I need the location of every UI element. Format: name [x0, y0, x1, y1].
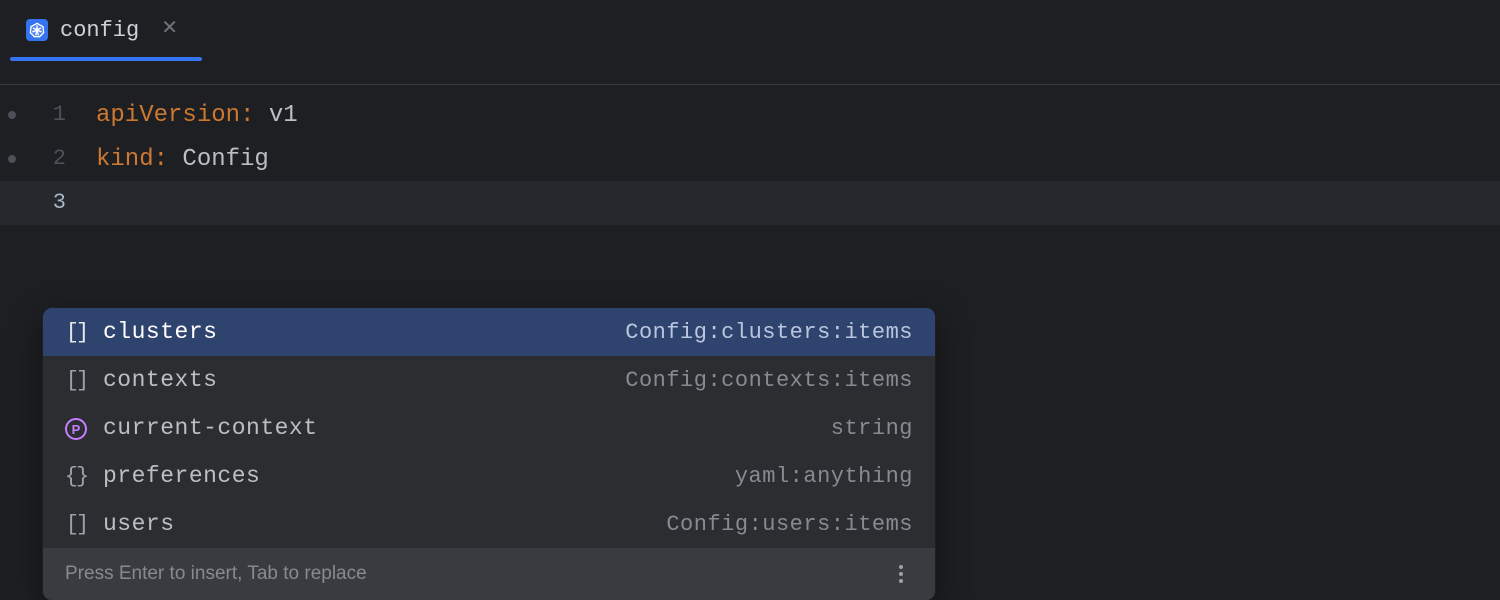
property-icon: P [63, 416, 89, 441]
array-icon: [] [63, 320, 89, 345]
gutter: 1 2 3 [0, 93, 90, 225]
code-line[interactable]: apiVersion: v1 [96, 93, 1500, 137]
completion-item-label: current-context [103, 415, 318, 441]
line-number: 3 [0, 181, 90, 225]
code-line-current[interactable] [0, 181, 1500, 225]
completion-item-label: users [103, 511, 175, 537]
completion-item-type: Config:contexts:items [625, 368, 913, 393]
completion-item-type: string [831, 416, 913, 441]
line-number: 1 [0, 93, 90, 137]
completion-item-label: contexts [103, 367, 217, 393]
array-icon: [] [63, 368, 89, 393]
editor[interactable]: 1 2 3 apiVersion: v1 kind: Config []clus… [0, 85, 1500, 225]
completion-item[interactable]: Pcurrent-context string [43, 404, 935, 452]
close-icon[interactable]: ✕ [161, 20, 178, 40]
completion-item[interactable]: [] contexts Config:contexts:items [43, 356, 935, 404]
completion-hint-text: Press Enter to insert, Tab to replace [65, 563, 367, 585]
object-icon: {} [63, 464, 89, 489]
code-line[interactable]: kind: Config [96, 137, 1500, 181]
tab-title: config [60, 18, 139, 43]
kubernetes-icon [26, 19, 48, 41]
completion-item[interactable]: [] clusters Config:clusters:items [43, 308, 935, 356]
completion-item-type: yaml:anything [735, 464, 913, 489]
completion-popup: [] clusters Config:clusters:items [] context… [42, 307, 936, 600]
array-icon: [] [63, 512, 89, 537]
completion-item-label: preferences [103, 463, 260, 489]
completion-item[interactable]: [] users Config:users:items [43, 500, 935, 548]
completion-item-label: clusters [103, 319, 217, 345]
completion-hint-bar: Press Enter to insert, Tab to replace [43, 548, 935, 600]
completion-item-type: Config:clusters:items [625, 320, 913, 345]
line-number: 2 [0, 137, 90, 181]
completion-item-type: Config:users:items [666, 512, 913, 537]
tab-bar: config ✕ [0, 0, 1500, 60]
file-tab-config[interactable]: config ✕ [16, 0, 196, 60]
completion-item[interactable]: {} preferences yaml:anything [43, 452, 935, 500]
code-area[interactable]: apiVersion: v1 kind: Config [96, 93, 1500, 225]
more-options-icon[interactable] [889, 562, 913, 586]
